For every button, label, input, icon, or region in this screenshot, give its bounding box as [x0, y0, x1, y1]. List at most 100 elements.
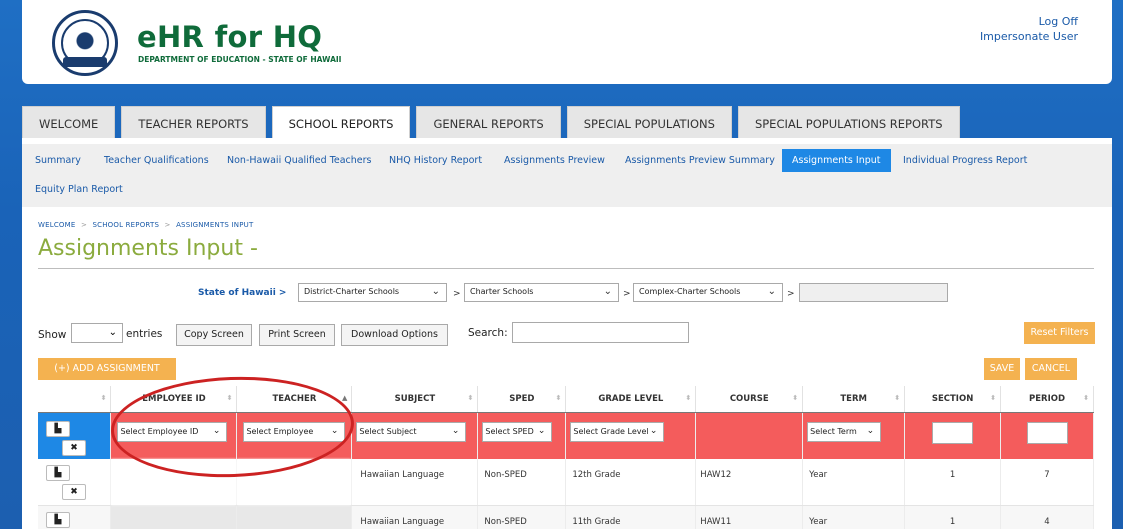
- sort-icon: ⬍: [990, 394, 997, 402]
- state-filter-label[interactable]: State of Hawaii >: [198, 288, 286, 298]
- file-icon[interactable]: ▙: [46, 511, 70, 528]
- school-filter-box[interactable]: [799, 283, 948, 302]
- sort-icon: ⬍: [792, 394, 799, 402]
- add-assignment-button[interactable]: (+) ADD ASSIGNMENT: [38, 358, 176, 380]
- download-options-button[interactable]: Download Options: [341, 324, 448, 346]
- cell-employee-id: [110, 505, 238, 529]
- cell-section: 1: [904, 505, 1002, 529]
- column-header-section[interactable]: SECTION ⬍: [904, 386, 1002, 413]
- district-select[interactable]: District-Charter Schools ⌄: [298, 283, 447, 302]
- cell-sped: Non-SPED: [477, 505, 567, 529]
- column-header-course[interactable]: COURSE ⬍: [695, 386, 804, 413]
- copy-screen-button[interactable]: Copy Screen: [176, 324, 252, 346]
- column-header-employee-id[interactable]: EMPLOYEE ID ⬍: [110, 386, 238, 413]
- x-icon[interactable]: ✖: [62, 439, 86, 456]
- table-row: ▙ Hawaiian Language Non-SPED 11th Grade …: [38, 505, 1094, 529]
- column-header-grade-level[interactable]: GRADE LEVEL ⬍: [565, 386, 697, 413]
- impersonate-user-link[interactable]: Impersonate User: [980, 29, 1078, 44]
- row-actions: ▙ ✖: [38, 459, 112, 506]
- select-term[interactable]: Select Term ⌄: [807, 421, 882, 442]
- app-title: eHR for HQ: [137, 20, 323, 54]
- charter-select-value: Charter Schools: [470, 287, 534, 296]
- charter-select[interactable]: Charter Schools ⌄: [464, 283, 619, 302]
- select-sped[interactable]: Select SPED ⌄: [482, 421, 553, 442]
- filter-separator: >: [453, 289, 461, 299]
- entries-select[interactable]: ⌄: [71, 323, 123, 343]
- doe-seal-logo: [52, 10, 118, 76]
- cell-subject: Hawaiian Language: [351, 459, 479, 506]
- subnav-non-hawaii-qualified[interactable]: Non-Hawaii Qualified Teachers: [227, 155, 372, 166]
- cell-section: 1: [904, 459, 1002, 506]
- subnav-summary[interactable]: Summary: [35, 155, 81, 166]
- complex-select[interactable]: Complex-Charter Schools ⌄: [633, 283, 783, 302]
- select-subject[interactable]: Select Subject ⌄: [356, 421, 467, 442]
- cell-subject: Hawaiian Language: [351, 505, 479, 529]
- chevron-down-icon: ⌄: [212, 425, 221, 436]
- subnav-equity-plan[interactable]: Equity Plan Report: [35, 184, 123, 195]
- reset-filters-button[interactable]: Reset Filters: [1024, 322, 1095, 344]
- tab-welcome[interactable]: WELCOME: [22, 106, 116, 138]
- log-off-link[interactable]: Log Off: [980, 14, 1078, 29]
- term-cell: Select Term ⌄: [802, 412, 906, 459]
- section-input[interactable]: [932, 421, 974, 444]
- sort-icon: ⬍: [894, 394, 901, 402]
- sort-icon: ⬍: [685, 394, 692, 402]
- file-icon[interactable]: ▙: [46, 420, 70, 437]
- cell-term: Year: [802, 505, 906, 529]
- column-header-subject[interactable]: SUBJECT ⬍: [351, 386, 479, 413]
- column-header-period[interactable]: PERIOD ⬍: [1000, 386, 1094, 413]
- chevron-down-icon: ⌄: [537, 425, 546, 436]
- chevron-down-icon: ⌄: [649, 425, 658, 436]
- teacher-cell: Select Employee ⌄: [236, 412, 353, 459]
- title-divider: [38, 268, 1094, 269]
- save-button[interactable]: SAVE: [984, 358, 1020, 380]
- seal-ribbon: [63, 57, 107, 67]
- new-assignment-row: ▙ ✖ Select Employee ID ⌄ Select Employee ⌄…: [38, 412, 1094, 459]
- search-input[interactable]: [512, 322, 689, 343]
- column-header-actions[interactable]: ⬍: [38, 386, 112, 413]
- x-icon[interactable]: ✖: [62, 484, 86, 500]
- chevron-down-icon: ⌄: [451, 425, 460, 436]
- cell-sped: Non-SPED: [477, 459, 567, 506]
- breadcrumb: WELCOME > SCHOOL REPORTS > ASSIGNMENTS I…: [38, 221, 253, 229]
- sub-navigation: Summary Teacher Qualifications Non-Hawai…: [22, 144, 1112, 207]
- select-employee[interactable]: Select Employee ⌄: [243, 421, 346, 442]
- select-grade-level[interactable]: Select Grade Level ⌄: [570, 421, 665, 442]
- row-actions: ▙: [38, 505, 112, 529]
- print-screen-button[interactable]: Print Screen: [259, 324, 335, 346]
- grade-level-cell: Select Grade Level ⌄: [565, 412, 697, 459]
- subnav-individual-progress[interactable]: Individual Progress Report: [903, 155, 1027, 166]
- content-panel: Summary Teacher Qualifications Non-Hawai…: [22, 138, 1112, 529]
- breadcrumb-separator: >: [164, 221, 171, 229]
- tab-special-populations-reports[interactable]: SPECIAL POPULATIONS REPORTS: [737, 106, 960, 138]
- site-header: eHR for HQ DEPARTMENT OF EDUCATION - STA…: [22, 0, 1112, 84]
- complex-select-value: Complex-Charter Schools: [639, 287, 741, 296]
- chevron-down-icon: ⌄: [431, 286, 440, 297]
- chevron-down-icon: ⌄: [767, 286, 776, 297]
- column-header-teacher[interactable]: TEACHER ▲: [236, 386, 353, 413]
- tab-teacher-reports[interactable]: TEACHER REPORTS: [121, 106, 266, 138]
- column-header-sped[interactable]: SPED ⬍: [477, 386, 567, 413]
- subnav-assignments-preview-summary[interactable]: Assignments Preview Summary: [625, 155, 775, 166]
- subnav-nhq-history[interactable]: NHQ History Report: [389, 155, 482, 166]
- sort-icon: ⬍: [555, 394, 562, 402]
- cell-employee-id: [110, 459, 238, 506]
- page-title: Assignments Input -: [38, 236, 258, 261]
- table-row: ▙ ✖ Hawaiian Language Non-SPED 12th Grad…: [38, 459, 1094, 506]
- subnav-teacher-qualifications[interactable]: Teacher Qualifications: [104, 155, 209, 166]
- tab-school-reports[interactable]: SCHOOL REPORTS: [271, 106, 411, 138]
- row-actions: ▙ ✖: [38, 412, 112, 459]
- select-employee-id[interactable]: Select Employee ID ⌄: [117, 421, 228, 442]
- tab-special-populations[interactable]: SPECIAL POPULATIONS: [566, 106, 732, 138]
- column-header-term[interactable]: TERM ⬍: [802, 386, 906, 413]
- breadcrumb-welcome[interactable]: WELCOME: [38, 221, 76, 229]
- breadcrumb-school-reports[interactable]: SCHOOL REPORTS: [92, 221, 159, 229]
- subnav-assignments-preview[interactable]: Assignments Preview: [504, 155, 605, 166]
- tab-general-reports[interactable]: GENERAL REPORTS: [416, 106, 561, 138]
- file-icon[interactable]: ▙: [46, 465, 70, 481]
- chevron-down-icon: ⌄: [866, 425, 875, 436]
- subnav-assignments-input[interactable]: Assignments Input: [782, 149, 891, 172]
- period-input[interactable]: [1026, 421, 1068, 444]
- sort-icon: ⬍: [1083, 394, 1089, 402]
- cancel-button[interactable]: CANCEL: [1025, 358, 1077, 380]
